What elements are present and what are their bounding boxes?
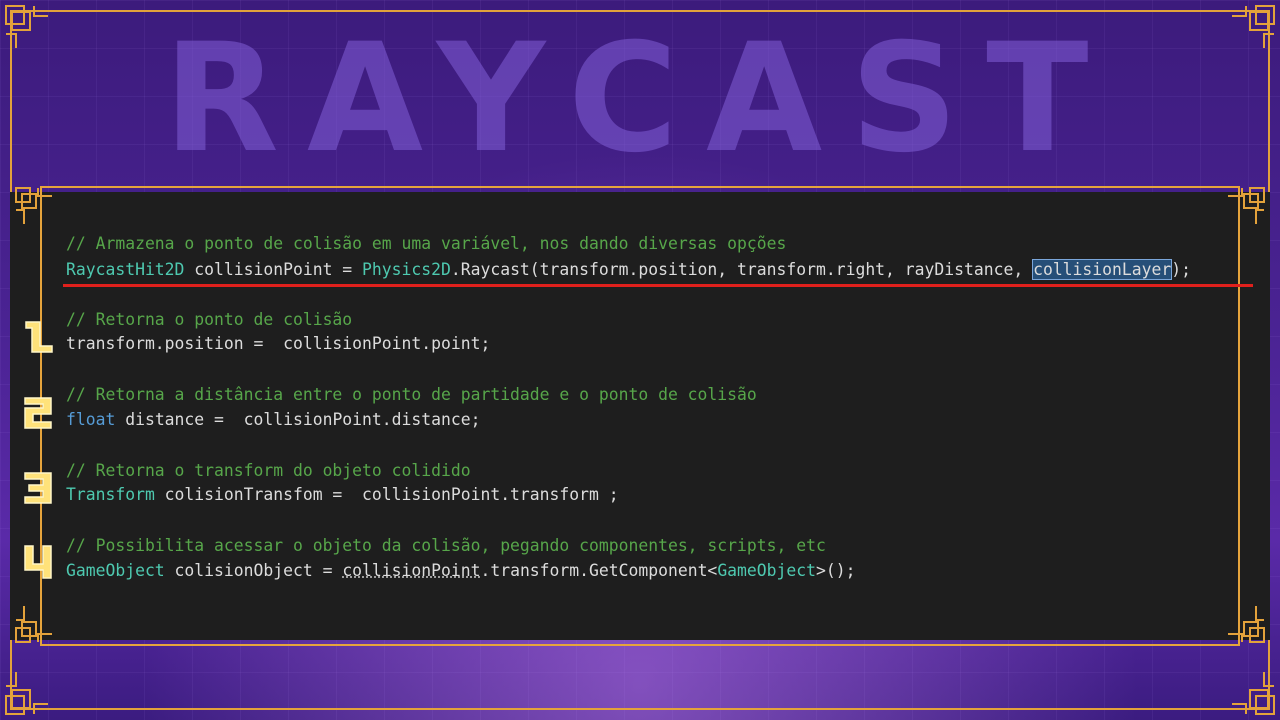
code-call-token: .Raycast(transform.position, transform.r… bbox=[450, 260, 1034, 279]
code-line-1: transform.position = collisionPoint.poin… bbox=[66, 334, 491, 353]
code-line-raycast: RaycastHit2D collisionPoint = Physics2D.… bbox=[66, 259, 1191, 281]
corner-ornament-icon bbox=[1232, 5, 1275, 48]
code-keyword-token: float bbox=[66, 410, 116, 429]
code-selected-token: collisionLayer bbox=[1032, 259, 1173, 280]
code-line-2: float distance = collisionPoint.distance… bbox=[66, 409, 480, 431]
code-comment-2: // Retorna a distância entre o ponto de … bbox=[66, 385, 757, 404]
code-end-token: ); bbox=[1171, 260, 1191, 279]
corner-ornament-icon bbox=[5, 672, 48, 715]
slide: RAYCAST // Armazena o ponto de colisão e… bbox=[0, 0, 1280, 720]
background-title: RAYCAST bbox=[163, 12, 1117, 186]
red-underline bbox=[63, 284, 1253, 287]
number-4-icon bbox=[24, 545, 52, 579]
code-line-4: GameObject colisionObject = collisionPoi… bbox=[66, 560, 855, 582]
code-comment-raycast: // Armazena o ponto de colisão em uma va… bbox=[66, 234, 787, 253]
code-rest-token: distance = collisionPoint.distance; bbox=[115, 410, 481, 429]
code-type-token: GameObject bbox=[66, 561, 165, 580]
panel-corner-ornament-icon bbox=[15, 606, 52, 643]
code-rest-token: colisionObject = bbox=[164, 561, 343, 580]
code-end-token: >(); bbox=[816, 561, 856, 580]
code-comment-4: // Possibilita acessar o objeto da colis… bbox=[66, 536, 826, 555]
number-3-icon bbox=[24, 472, 52, 504]
code-variable-token: collisionPoint = bbox=[184, 260, 363, 279]
code-squiggle-token: collisionPoint bbox=[342, 561, 481, 580]
code-class-token: Physics2D bbox=[362, 260, 451, 279]
number-1-icon bbox=[25, 321, 53, 353]
corner-ornament-icon bbox=[5, 5, 48, 48]
code-call-token: .transform.GetComponent< bbox=[480, 561, 718, 580]
code-type-token: RaycastHit2D bbox=[66, 260, 185, 279]
number-2-icon bbox=[24, 397, 52, 429]
code-comment-1: // Retorna o ponto de colisão bbox=[66, 310, 353, 329]
corner-ornament-icon bbox=[1232, 672, 1275, 715]
panel-corner-ornament-icon bbox=[1228, 187, 1265, 224]
code-comment-3: // Retorna o transform do objeto colidid… bbox=[66, 461, 471, 480]
code-type-token: Transform bbox=[66, 485, 155, 504]
panel-corner-ornament-icon bbox=[1228, 606, 1265, 643]
panel-corner-ornament-icon bbox=[15, 187, 52, 224]
code-line-3: Transform colisionTransfom = collisionPo… bbox=[66, 484, 619, 506]
code-rest-token: colisionTransfom = collisionPoint.transf… bbox=[154, 485, 619, 504]
code-generic-type-token: GameObject bbox=[717, 561, 816, 580]
